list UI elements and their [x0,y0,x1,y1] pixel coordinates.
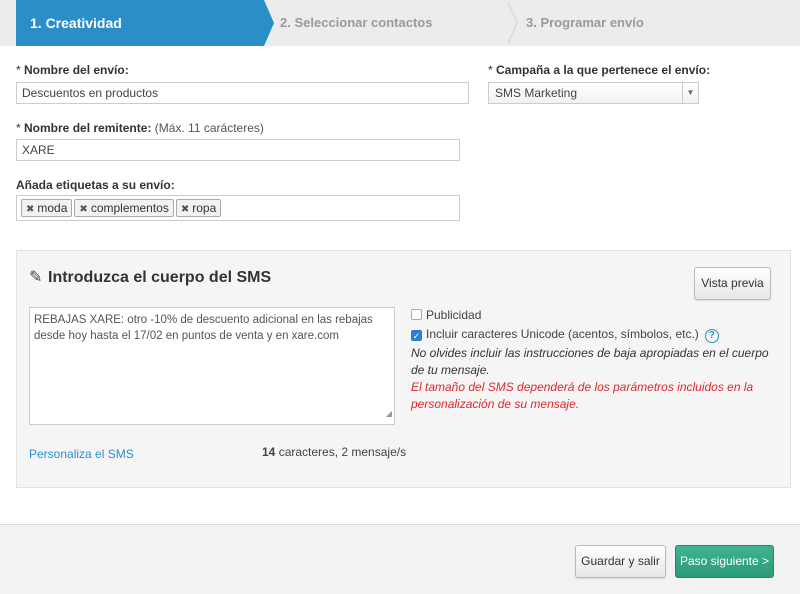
footer-bar: Guardar y salir Paso siguiente > [0,524,800,594]
required-marker: * [16,121,21,135]
shipment-name-value: Descuentos en productos [22,86,159,100]
unicode-label: Incluir caracteres Unicode (acentos, sím… [426,327,699,341]
preview-button-label: Vista previa [701,276,764,290]
unicode-checkbox[interactable]: ✓ [411,330,422,341]
wizard-steps: 1. Creatividad 2. Seleccionar contactos … [0,0,800,46]
sms-body-textarea[interactable]: REBAJAS XARE: otro -10% de descuento adi… [29,307,395,425]
shipment-name-input[interactable]: Descuentos en productos [16,82,469,104]
personalize-sms-link[interactable]: Personaliza el SMS [29,447,134,461]
wizard-step-label: 2. Seleccionar contactos [280,15,433,30]
wizard-separator [506,0,516,46]
tag-chip[interactable]: ✖ complementos [74,199,174,217]
sms-panel-title-text: Introduzca el cuerpo del SMS [48,269,272,286]
advertising-checkbox-row[interactable]: Publicidad [411,308,481,322]
close-icon[interactable]: ✖ [26,204,34,215]
sender-name-label: * Nombre del remitente: (Máx. 11 carácte… [16,121,264,135]
character-count: 14 caracteres, 2 mensaje/s [262,445,406,459]
wizard-step-label: 1. Creatividad [30,15,122,31]
campaign-label: * Campaña a la que pertenece el envío: [488,63,710,77]
required-marker: * [16,63,21,77]
tags-label-text: Añada etiquetas a su envío: [16,178,175,192]
sender-name-hint: (Máx. 11 carácteres) [154,121,264,135]
character-count-number: 14 [262,445,276,459]
sms-size-warning: El tamaño del SMS dependerá de los parám… [411,380,754,411]
wizard-step-programar-envio[interactable]: 3. Programar envío [526,0,786,46]
save-and-exit-button[interactable]: Guardar y salir [575,545,666,578]
next-step-label: Paso siguiente > [679,554,770,568]
sender-name-input[interactable]: XARE [16,139,460,161]
advertising-label: Publicidad [426,308,482,322]
wizard-step-seleccionar-contactos[interactable]: 2. Seleccionar contactos [264,0,512,46]
sender-name-value: XARE [22,143,55,157]
required-marker: * [488,63,493,77]
close-icon[interactable]: ✖ [79,204,87,215]
tags-label: Añada etiquetas a su envío: [16,178,175,192]
character-count-suffix: caracteres, 2 mensaje/s [275,445,407,459]
tag-label: complementos [90,201,169,215]
sms-body-text: REBAJAS XARE: otro -10% de descuento adi… [34,314,373,342]
unsubscribe-note: No olvides incluir las instrucciones de … [411,346,769,377]
save-and-exit-label: Guardar y salir [581,554,660,568]
help-icon[interactable]: ? [704,329,719,343]
tag-chip[interactable]: ✖ moda [21,199,73,217]
sms-panel-title: ✎ Introduzca el cuerpo del SMS [29,267,271,287]
wizard-step-creatividad[interactable]: 1. Creatividad [16,0,274,46]
tag-label: moda [37,201,68,215]
unicode-checkbox-row[interactable]: ✓ Incluir caracteres Unicode (acentos, sí… [411,327,719,343]
next-step-button[interactable]: Paso siguiente > [675,545,774,578]
campaign-selected-value: SMS Marketing [495,86,578,100]
close-icon[interactable]: ✖ [181,204,189,215]
wizard-step-label: 3. Programar envío [526,15,644,30]
edit-icon: ✎ [29,269,43,286]
sms-body-panel: ✎ Introduzca el cuerpo del SMS Vista prev… [16,250,791,488]
preview-button[interactable]: Vista previa [694,267,771,300]
tags-input[interactable]: ✖ moda ✖ complementos ✖ ropa [16,195,460,221]
campaign-label-text: Campaña a la que pertenece el envío: [496,63,711,77]
shipment-name-label-text: Nombre del envío: [24,63,129,77]
shipment-name-label: * Nombre del envío: [16,63,129,77]
sender-name-label-text: Nombre del remitente: [24,121,152,135]
campaign-select[interactable]: SMS Marketing ▼ [488,82,699,104]
resize-handle-icon[interactable]: ◢ [386,406,392,422]
tag-chip[interactable]: ✖ ropa [175,199,222,217]
tag-label: ropa [192,201,217,215]
chevron-down-icon[interactable]: ▼ [682,83,698,103]
advertising-checkbox[interactable] [411,309,422,320]
